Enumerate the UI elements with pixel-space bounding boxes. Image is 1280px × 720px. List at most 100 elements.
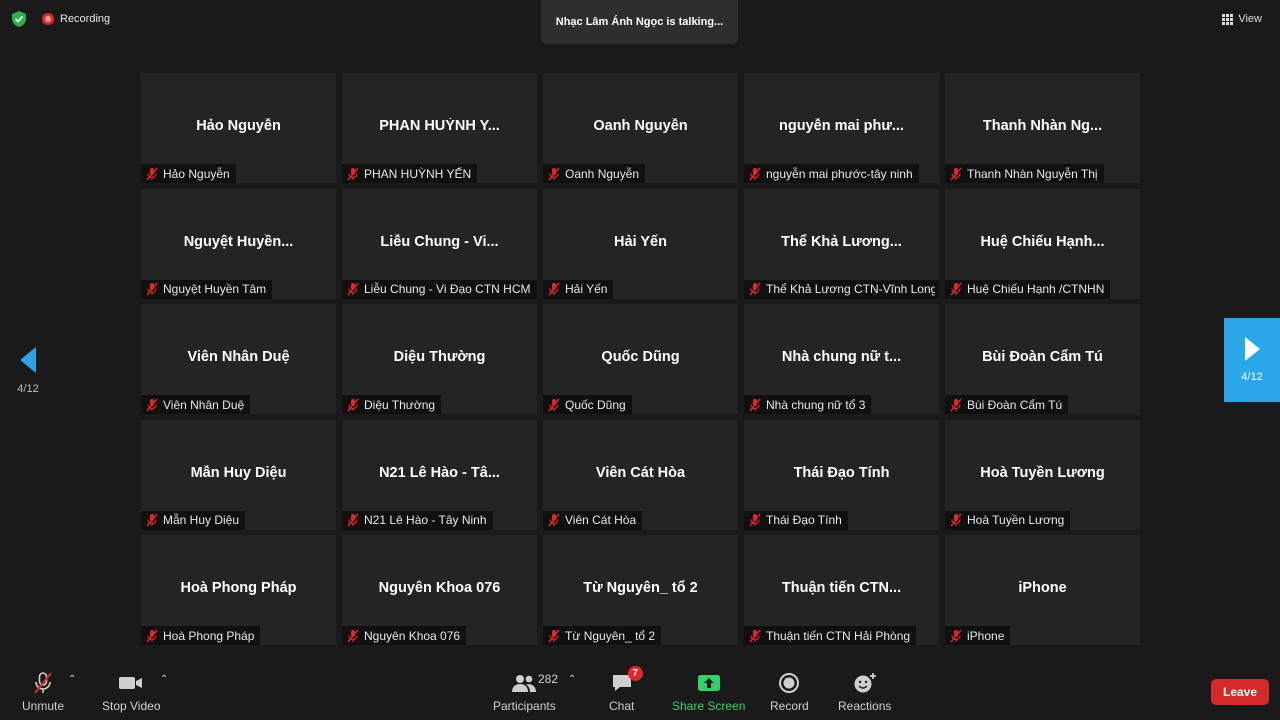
previous-page-button[interactable]: 4/12 bbox=[8, 345, 48, 400]
participant-tile[interactable]: Bùi Đoàn Cẩm Tú Bùi Đoàn Cẩm Tú bbox=[945, 304, 1140, 414]
participant-name-text: Viên Nhân Duệ bbox=[163, 397, 245, 412]
microphone-muted-icon bbox=[31, 670, 55, 696]
participant-name-text: Từ Nguyên_ tổ 2 bbox=[565, 628, 656, 643]
participant-name-label: iPhone bbox=[945, 626, 1011, 645]
unmute-button[interactable]: Unmute bbox=[22, 670, 64, 713]
next-page-button[interactable]: 4/12 bbox=[1224, 318, 1280, 402]
participant-name-text: Huệ Chiếu Hạnh /CTNHN bbox=[967, 282, 1105, 296]
recording-indicator[interactable]: Recording bbox=[42, 13, 110, 25]
participant-name-label: Nhà chung nữ tổ 3 bbox=[744, 395, 872, 414]
view-label: View bbox=[1238, 13, 1262, 25]
participant-tile[interactable]: Diệu Thường Diệu Thường bbox=[342, 304, 537, 414]
reactions-button[interactable]: Reactions bbox=[838, 670, 891, 713]
participant-name-label: N21 Lê Hào - Tây Ninh bbox=[342, 510, 493, 530]
participant-tile[interactable]: Mẫn Huy Diệu Mẫn Huy Diệu bbox=[141, 419, 336, 530]
participant-name-label: Thể Khả Lương CTN-Vĩnh Long bbox=[744, 279, 939, 299]
participant-name-text: Bùi Đoàn Cẩm Tú bbox=[967, 397, 1063, 412]
participants-options-chevron-icon[interactable]: ⌃ bbox=[568, 674, 576, 685]
microphone-muted-icon bbox=[547, 167, 561, 181]
participant-tile[interactable]: Nguyệt Huyền... Nguyệt Huyền Tâm bbox=[141, 188, 336, 299]
participant-tile[interactable]: Nguyên Khoa 076 Nguyên Khoa 076 bbox=[342, 535, 537, 645]
stop-video-button[interactable]: Stop Video bbox=[102, 670, 161, 713]
participant-tile[interactable]: Hoà Tuyền Lương Hoà Tuyền Lương bbox=[945, 419, 1140, 530]
chat-button[interactable]: 7 Chat bbox=[609, 666, 643, 713]
participant-name-label: Viên Nhân Duệ bbox=[141, 395, 251, 414]
participants-icon bbox=[511, 670, 537, 696]
microphone-muted-icon bbox=[949, 398, 963, 412]
participant-tile[interactable]: Hảo Nguyễn Hảo Nguyễn bbox=[141, 73, 336, 183]
microphone-muted-icon bbox=[748, 167, 762, 181]
participant-display-name: Hoà Phong Pháp bbox=[180, 580, 297, 596]
shield-icon[interactable] bbox=[10, 10, 28, 28]
participant-name-text: N21 Lê Hào - Tây Ninh bbox=[364, 513, 487, 527]
participant-name-text: Hoà Tuyền Lương bbox=[967, 513, 1065, 527]
participant-name-text: Hải Yến bbox=[565, 282, 608, 296]
participant-name-label: PHAN HUỲNH YẾN bbox=[342, 164, 478, 183]
participant-name-text: Hảo Nguyễn bbox=[163, 166, 230, 181]
video-options-chevron-icon[interactable]: ⌃ bbox=[160, 674, 168, 685]
share-screen-label: Share Screen bbox=[672, 699, 746, 713]
participant-tile[interactable]: nguyễn mai phư... nguyễn mai phước-tây ni… bbox=[744, 73, 939, 183]
next-page-indicator: 4/12 bbox=[1241, 371, 1263, 383]
participant-tile[interactable]: Liễu Chung - Vi... Liễu Chung - Vi Đạo CT… bbox=[342, 188, 537, 299]
participant-tile[interactable]: N21 Lê Hào - Tâ... N21 Lê Hào - Tây Ninh bbox=[342, 419, 537, 530]
record-icon bbox=[778, 670, 800, 696]
participant-display-name: Hảo Nguyễn bbox=[196, 118, 281, 134]
participant-tile[interactable]: Nhà chung nữ t... Nhà chung nữ tổ 3 bbox=[744, 304, 939, 414]
microphone-muted-icon bbox=[346, 167, 360, 181]
leave-button[interactable]: Leave bbox=[1211, 679, 1269, 705]
arrow-right-icon bbox=[1244, 337, 1260, 361]
participant-tile[interactable]: Thanh Nhàn Ng... Thanh Nhàn Nguyễn Thị bbox=[945, 73, 1140, 183]
participant-tile[interactable]: PHAN HUỲNH Y... PHAN HUỲNH YẾN bbox=[342, 73, 537, 183]
share-screen-button[interactable]: Share Screen bbox=[672, 670, 745, 713]
participant-display-name: Từ Nguyên_ tổ 2 bbox=[583, 580, 698, 596]
participant-name-text: Hoà Phong Pháp bbox=[163, 628, 255, 643]
participant-gallery: Hảo Nguyễn Hảo Nguyễn PHAN HUỲNH Y... PHAN … bbox=[141, 73, 1140, 645]
participant-name-text: Liễu Chung - Vi Đạo CTN HCM bbox=[364, 282, 531, 296]
participant-name-text: Viên Cát Hòa bbox=[565, 513, 637, 527]
participant-display-name: Bùi Đoàn Cẩm Tú bbox=[982, 349, 1103, 365]
smiley-plus-icon bbox=[853, 670, 877, 696]
participant-name-label: Quốc Dũng bbox=[543, 395, 632, 414]
participant-name-text: Quốc Dũng bbox=[565, 397, 626, 412]
video-camera-icon bbox=[118, 670, 144, 696]
view-button[interactable]: View bbox=[1218, 11, 1266, 27]
participant-name-text: Mẫn Huy Diệu bbox=[163, 513, 240, 527]
chat-unread-badge: 7 bbox=[627, 666, 643, 681]
participant-tile[interactable]: Huệ Chiếu Hạnh... Huệ Chiếu Hạnh /CTNHN bbox=[945, 188, 1140, 299]
participant-tile[interactable]: Từ Nguyên_ tổ 2 Từ Nguyên_ tổ 2 bbox=[543, 535, 738, 645]
microphone-muted-icon bbox=[346, 282, 360, 296]
record-button[interactable]: Record bbox=[770, 670, 809, 713]
participant-tile[interactable]: Hải Yến Hải Yến bbox=[543, 188, 738, 299]
record-label: Record bbox=[770, 699, 809, 713]
participant-tile[interactable]: Viên Cát Hòa Viên Cát Hòa bbox=[543, 419, 738, 530]
recording-label: Recording bbox=[60, 13, 111, 25]
participant-name-label: Liễu Chung - Vi Đạo CTN HCM bbox=[342, 279, 537, 299]
grid-view-icon bbox=[1222, 13, 1234, 25]
audio-options-chevron-icon[interactable]: ⌃ bbox=[68, 674, 76, 685]
record-dot-icon bbox=[42, 13, 54, 25]
participant-display-name: Nguyên Khoa 076 bbox=[378, 580, 501, 596]
participant-name-label: Hảo Nguyễn bbox=[141, 164, 236, 183]
participant-tile[interactable]: Oanh Nguyễn Oanh Nguyễn bbox=[543, 73, 738, 183]
participant-display-name: Mẫn Huy Diệu bbox=[190, 464, 287, 481]
participant-tile[interactable]: Thuận tiến CTN... Thuận tiến CTN Hải Phòn… bbox=[744, 535, 939, 645]
participant-tile[interactable]: Thể Khả Lương... Thể Khả Lương CTN-Vĩnh L… bbox=[744, 188, 939, 299]
microphone-muted-icon bbox=[748, 398, 762, 412]
participant-display-name: Huệ Chiếu Hạnh... bbox=[980, 233, 1105, 250]
participant-display-name: Hoà Tuyền Lương bbox=[980, 464, 1105, 481]
participant-name-label: Huệ Chiếu Hạnh /CTNHN bbox=[945, 279, 1111, 299]
participant-tile[interactable]: Hoà Phong Pháp Hoà Phong Pháp bbox=[141, 535, 336, 645]
participant-tile[interactable]: Quốc Dũng Quốc Dũng bbox=[543, 304, 738, 414]
participant-tile[interactable]: Viên Nhân Duệ Viên Nhân Duệ bbox=[141, 304, 336, 414]
participant-name-text: Nguyệt Huyền Tâm bbox=[163, 282, 267, 296]
participant-display-name: Thanh Nhàn Ng... bbox=[982, 118, 1103, 134]
participant-tile[interactable]: Thái Đạo Tính Thái Đạo Tính bbox=[744, 419, 939, 530]
microphone-muted-icon bbox=[346, 629, 360, 643]
microphone-muted-icon bbox=[949, 513, 963, 527]
participant-name-label: nguyễn mai phước-tây ninh bbox=[744, 164, 919, 183]
participant-tile[interactable]: iPhone iPhone bbox=[945, 535, 1140, 645]
unmute-label: Unmute bbox=[22, 699, 65, 713]
participant-name-text: PHAN HUỲNH YẾN bbox=[364, 166, 472, 181]
participant-name-text: nguyễn mai phước-tây ninh bbox=[766, 166, 913, 181]
